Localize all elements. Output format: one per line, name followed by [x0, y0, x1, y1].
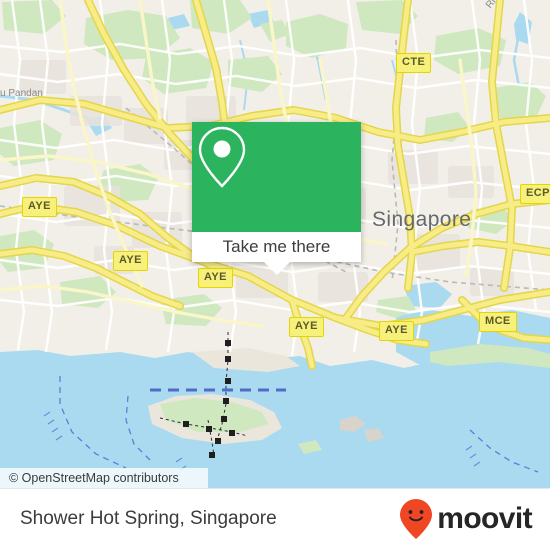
take-me-there-button[interactable]: Take me there — [192, 232, 361, 262]
highway-shield-mce[interactable]: MCE — [479, 312, 517, 332]
moovit-wordmark: moovit — [437, 502, 532, 535]
highway-shield-cte[interactable]: CTE — [396, 53, 432, 73]
map-label-singapore: Singapore — [372, 208, 472, 231]
card-pointer-triangle — [263, 262, 290, 275]
place-name-label: Shower Hot Spring, Singapore — [20, 508, 277, 529]
highway-shield-aye-5[interactable]: AYE — [379, 321, 414, 341]
take-me-there-card[interactable]: Take me there — [192, 122, 361, 275]
highway-shield-aye-2[interactable]: AYE — [113, 251, 148, 271]
highway-shield-aye-3[interactable]: AYE — [198, 268, 233, 288]
map-pin-icon — [198, 126, 246, 188]
take-me-there-label: Take me there — [222, 237, 331, 256]
map-canvas[interactable]: u Pandan River Singapore CTE ECP AYE AYE… — [0, 0, 550, 488]
osm-attribution[interactable]: © OpenStreetMap contributors — [0, 468, 208, 488]
card-header — [192, 122, 361, 232]
highway-shield-ecp[interactable]: ECP — [520, 184, 550, 204]
moovit-pin-smile-icon — [400, 499, 433, 539]
bottom-info-bar: Shower Hot Spring, Singapore moovit — [0, 488, 550, 550]
highway-shield-aye-4[interactable]: AYE — [289, 317, 324, 337]
highway-shield-aye-1[interactable]: AYE — [22, 197, 57, 217]
moovit-map-screenshot: u Pandan River Singapore CTE ECP AYE AYE… — [0, 0, 550, 550]
moovit-logo[interactable]: moovit — [399, 488, 533, 550]
map-label-sungei-pandan: u Pandan — [0, 88, 43, 99]
